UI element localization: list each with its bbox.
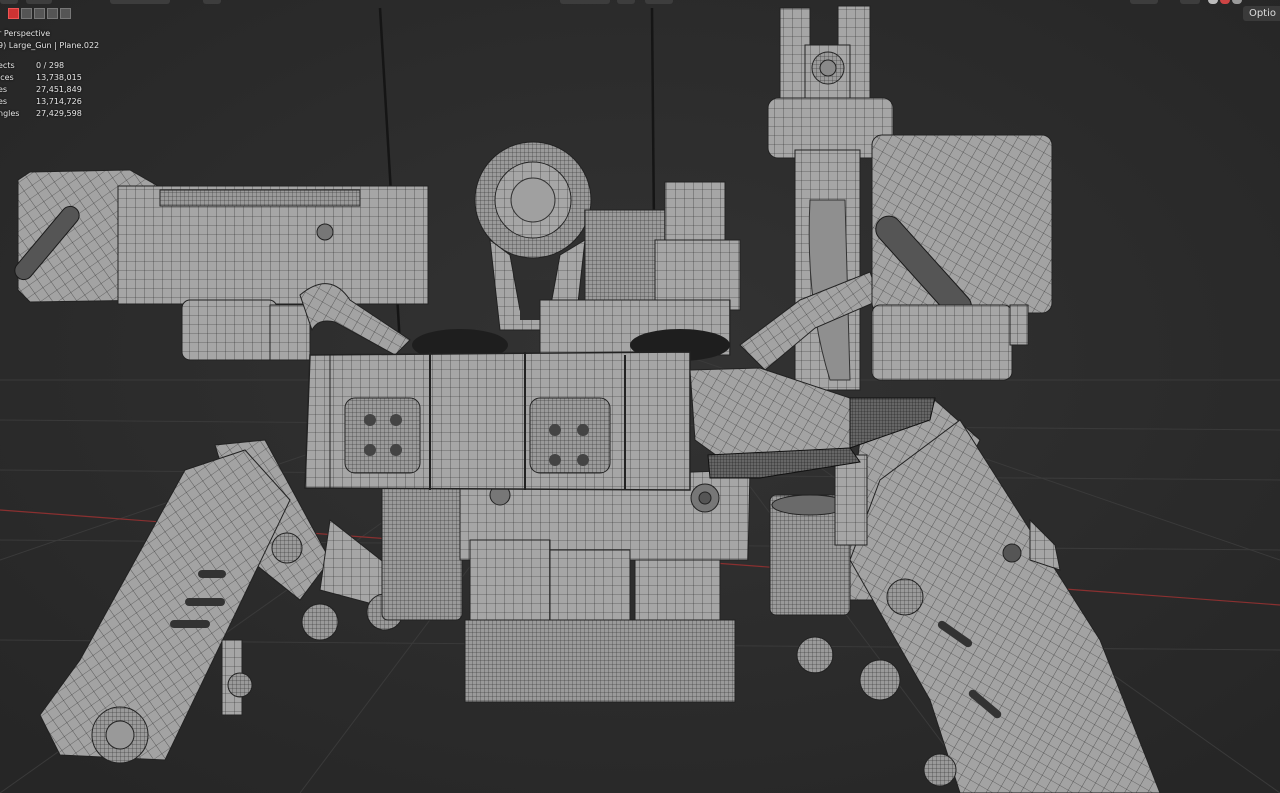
- stat-value: 27,429,598: [36, 109, 82, 118]
- options-button[interactable]: Optio: [1242, 6, 1280, 21]
- view-name: r Perspective: [0, 29, 51, 38]
- stat-row: es 27,451,849: [0, 84, 99, 96]
- stat-label: es: [0, 97, 8, 106]
- header-button[interactable]: [560, 0, 610, 4]
- selection-mode-icons: [8, 8, 71, 19]
- stat-label: ices: [0, 73, 14, 82]
- stat-label: ngles: [0, 109, 20, 118]
- 3d-viewport[interactable]: Optio r Perspective 9) Large_Gun | Plane…: [0, 0, 1280, 793]
- stat-row: es 13,714,726: [0, 96, 99, 108]
- edge-select-icon[interactable]: [21, 8, 32, 19]
- stat-row: ngles 27,429,598: [0, 108, 99, 120]
- stat-label: es: [0, 85, 8, 94]
- face-select-icon[interactable]: [34, 8, 45, 19]
- header-button[interactable]: [0, 0, 18, 4]
- viewport-stats-overlay: r Perspective 9) Large_Gun | Plane.022 e…: [0, 28, 99, 120]
- active-object-info: 9) Large_Gun | Plane.022: [0, 41, 100, 50]
- stat-label: ects: [0, 61, 15, 70]
- header-button[interactable]: [203, 0, 221, 4]
- stat-value: 13,738,015: [36, 73, 82, 82]
- viewport-header: Optio: [0, 0, 1280, 22]
- vertex-select-icon[interactable]: [8, 8, 19, 19]
- header-button[interactable]: [1180, 0, 1200, 4]
- header-button[interactable]: [110, 0, 170, 4]
- extend-select-icon[interactable]: [47, 8, 58, 19]
- shading-rendered-icon[interactable]: [1232, 0, 1242, 4]
- stat-value: 27,451,849: [36, 85, 82, 94]
- stat-row: ices 13,738,015: [0, 72, 99, 84]
- robot-mech-wireframe-model[interactable]: [0, 0, 1280, 793]
- subtract-select-icon[interactable]: [60, 8, 71, 19]
- shading-material-icon[interactable]: [1220, 0, 1230, 4]
- header-button[interactable]: [26, 0, 52, 4]
- stat-row: ects 0 / 298: [0, 60, 99, 72]
- header-button[interactable]: [645, 0, 673, 4]
- stat-value: 0 / 298: [36, 61, 65, 70]
- header-button[interactable]: [1130, 0, 1158, 4]
- header-button[interactable]: [617, 0, 635, 4]
- stat-value: 13,714,726: [36, 97, 82, 106]
- shading-solid-icon[interactable]: [1208, 0, 1218, 4]
